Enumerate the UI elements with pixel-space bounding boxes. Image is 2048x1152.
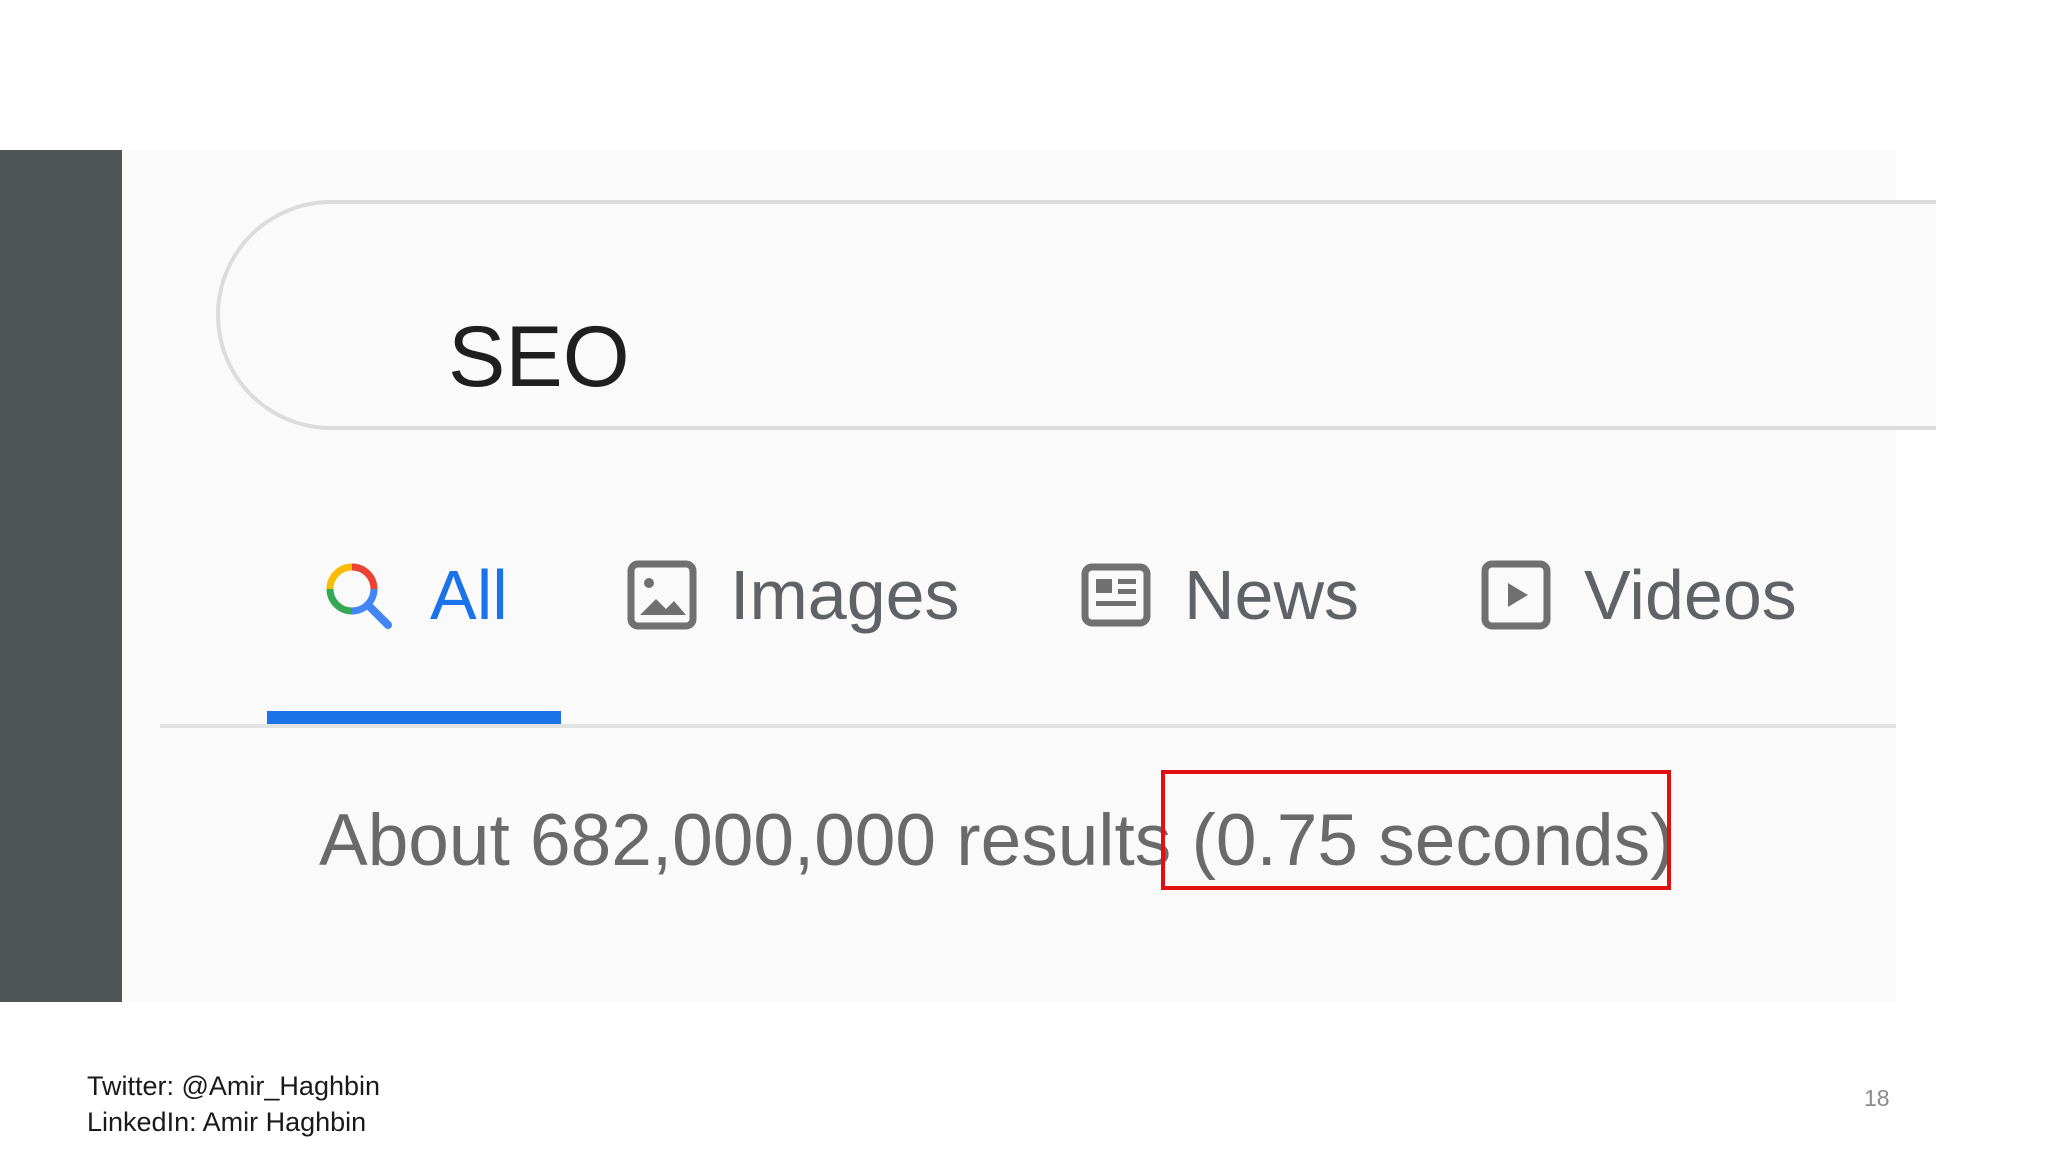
page-number: 18 — [1864, 1085, 1890, 1111]
search-query[interactable]: SEO — [448, 314, 630, 400]
tab-all-label: All — [430, 556, 508, 634]
tab-all[interactable]: All — [322, 550, 508, 640]
search-box[interactable]: SEO — [216, 200, 1936, 430]
search-screenshot: SEO All Images News Videos About 682,000… — [122, 150, 1936, 1002]
tab-images-label: Images — [730, 556, 960, 634]
play-icon — [1480, 559, 1552, 631]
slide-footer: Twitter: @Amir_Haghbin LinkedIn: Amir Ha… — [87, 1068, 380, 1140]
tab-videos-label: Videos — [1584, 556, 1797, 634]
search-tabs: All Images News Videos — [122, 550, 1896, 680]
newspaper-icon — [1080, 559, 1152, 631]
highlight-box — [1161, 770, 1671, 890]
linkedin-handle: LinkedIn: Amir Haghbin — [87, 1107, 367, 1137]
tab-videos[interactable]: Videos — [1480, 550, 1797, 640]
twitter-handle: Twitter: @Amir_Haghbin — [87, 1071, 381, 1101]
tab-news[interactable]: News — [1080, 550, 1359, 640]
search-icon — [322, 559, 394, 631]
tab-news-label: News — [1184, 556, 1360, 634]
result-count: About 682,000,000 results — [319, 800, 1172, 881]
tab-images[interactable]: Images — [626, 550, 960, 640]
image-icon — [626, 559, 698, 631]
slide-side-bar — [0, 150, 122, 1002]
active-tab-indicator — [267, 711, 561, 725]
tabs-divider — [160, 724, 1896, 728]
